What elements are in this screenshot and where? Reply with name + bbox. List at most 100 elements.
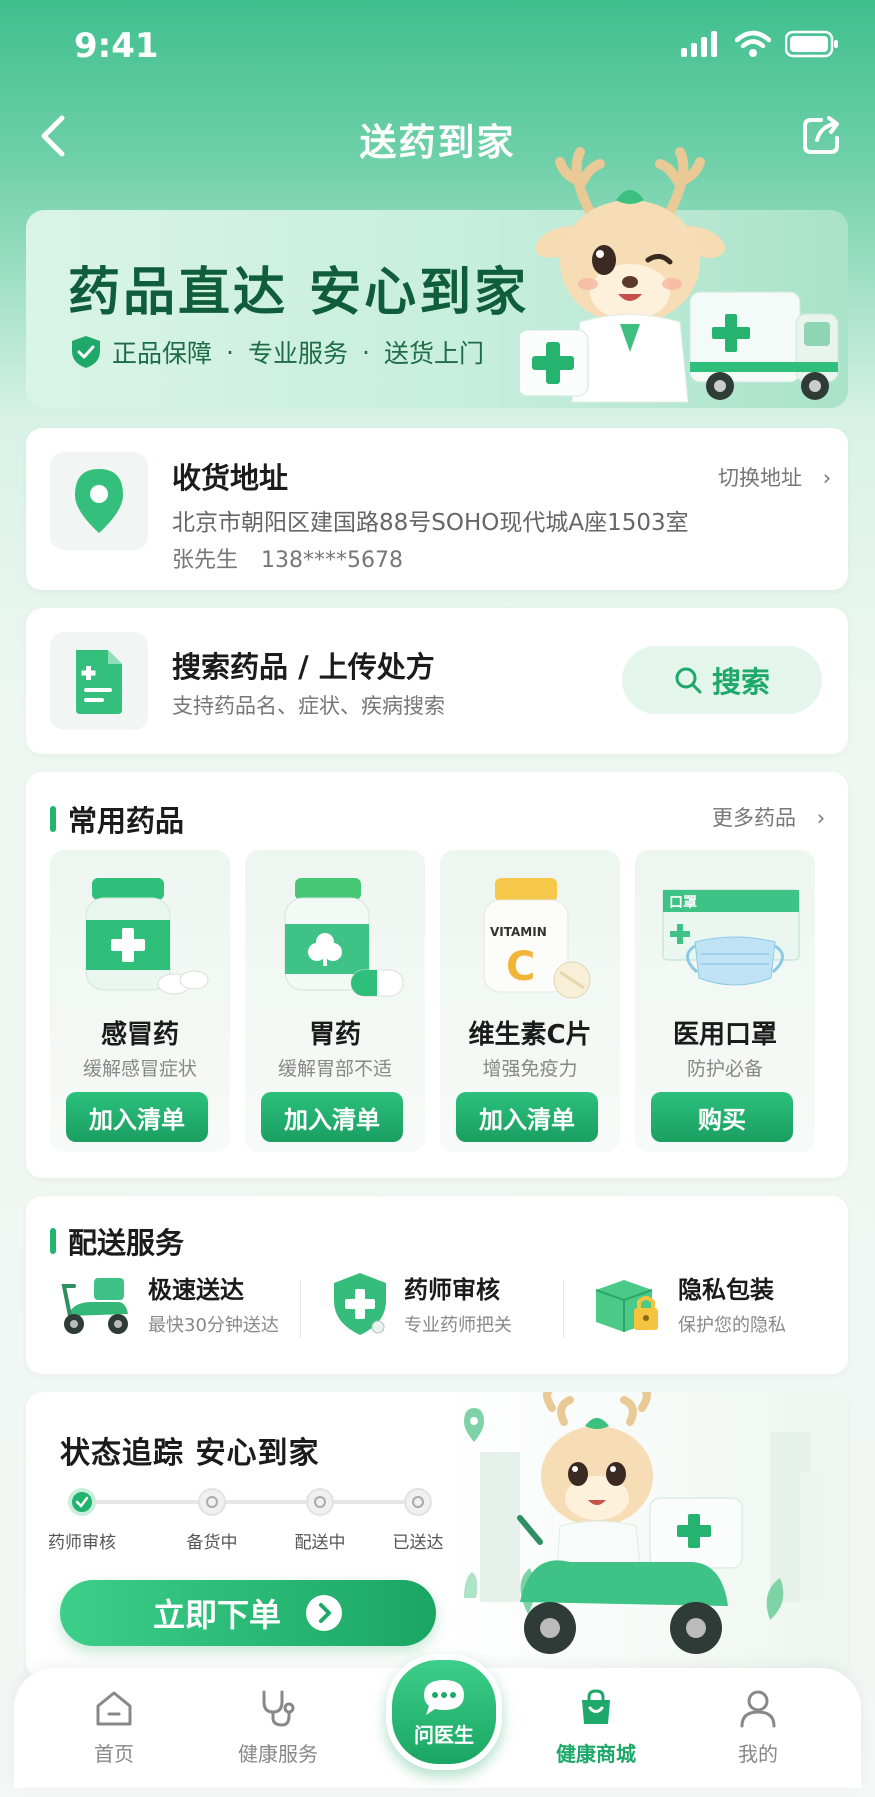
stomach-medicine-bottle-icon [284,878,404,997]
tracking-step [198,1488,226,1516]
step-dot [206,1496,218,1508]
step-dot [314,1496,326,1508]
search-title: 搜索药品 / 上传处方 [172,650,435,684]
status-time: 9:41 [74,26,159,66]
banner-separator: · [361,337,370,367]
tracking-step-active [68,1488,96,1516]
drug-name: 感冒药 [100,1020,179,1050]
arrow-right-circle-icon [306,1595,342,1631]
drug-card-mask[interactable]: 口罩 医用口罩 防护必备 购买 [635,850,815,1152]
service-title: 隐私包装 [678,1276,774,1304]
shield-plus-icon [334,1272,386,1335]
stethoscope-icon [262,1690,295,1727]
medical-mask-box-icon: 口罩 [662,889,800,986]
drug-card-vitamin-c[interactable]: VITAMIN C 维生素C片 增强免疫力 加入清单 [440,850,620,1152]
tab-health-mall[interactable]: 健康商城 [536,1688,656,1767]
tracking-step [404,1488,432,1516]
tab-home[interactable]: 首页 [54,1688,174,1767]
mask-box-text: 口罩 [669,895,697,911]
service-subtitle: 保护您的隐私 [678,1315,786,1336]
address-icon-tile [50,452,148,550]
vitamin-c-bottle-icon: VITAMIN C [483,878,591,999]
delivery-service-title: 配送服务 [68,1226,185,1260]
drug-desc: 增强免疫力 [482,1058,578,1080]
tracking-step-label: 药师审核 [48,1533,116,1553]
tab-label: 健康服务 [238,1742,318,1766]
tab-label: 首页 [94,1742,134,1766]
wifi-icon [735,30,771,57]
tab-label: 我的 [738,1742,778,1766]
address-title: 收货地址 [172,461,289,495]
tracking-progress-line [84,1500,414,1504]
service-subtitle: 专业药师把关 [404,1315,512,1336]
contact-phone: 138****5678 [261,548,403,573]
home-icon [96,1691,132,1726]
search-button[interactable]: 搜索 [622,646,822,714]
drug-name: 胃药 [308,1020,361,1050]
delivery-truck-icon [689,291,839,400]
tab-label: 问医生 [414,1722,474,1747]
status-icons [681,30,839,58]
drug-desc: 缓解感冒症状 [82,1058,197,1080]
tab-me[interactable]: 我的 [698,1688,818,1767]
vitamin-label-text: VITAMIN [490,925,547,939]
service-subtitle: 最快30分钟送达 [148,1315,279,1336]
location-pin-icon [75,469,123,533]
service-fast-delivery: 极速送达 最快30分钟送达 [58,1270,279,1337]
delivery-service-header: 配送服务 [50,1220,184,1262]
package-lock-icon [595,1279,658,1332]
shopping-bag-icon [582,1689,610,1724]
prescription-document-icon [76,650,122,714]
banner-feature: 专业服务 [247,339,348,368]
divider [563,1280,564,1338]
search-button-label: 搜索 [711,665,770,699]
deer-mascot-illustration [520,147,839,403]
more-drugs-link[interactable]: 更多药品 › [712,802,825,832]
contact-name: 张先生 [172,548,239,573]
check-icon [75,1496,89,1508]
signal-icon [681,31,717,57]
prescription-icon-tile [50,632,148,730]
switch-address-link[interactable]: 切换地址 › [718,462,831,492]
banner-feature: 送货上门 [383,339,484,368]
drug-card-stomach[interactable]: 胃药 缓解胃部不适 加入清单 [245,850,425,1152]
more-drugs-label: 更多药品 [712,806,796,830]
user-icon [740,1690,776,1728]
drug-card-cold[interactable]: 感冒药 缓解感冒症状 加入清单 [50,850,230,1152]
search-subtitle: 支持药品名、症状、疾病搜索 [172,694,445,718]
buy-button[interactable]: 购买 [651,1092,793,1142]
tab-label: 健康商城 [556,1742,636,1766]
tracking-step [306,1488,334,1516]
divider [300,1280,301,1338]
common-drugs-title: 常用药品 [68,804,185,838]
chat-icon [424,1679,464,1715]
chevron-right-icon: › [822,466,832,490]
deer-scooter-illustration [464,1392,830,1654]
service-privacy-packaging: 隐私包装 保护您的隐私 [590,1270,786,1337]
shield-check-icon [72,336,100,368]
service-title: 药师审核 [404,1276,500,1304]
ask-doctor-button[interactable]: 问医生 [386,1654,502,1770]
drug-name: 医用口罩 [672,1020,777,1050]
banner-subtitle: 正品保障 · 专业服务 · 送货上门 [70,334,484,370]
drug-desc: 防护必备 [686,1058,763,1080]
place-order-button[interactable]: 立即下单 [60,1580,436,1646]
cold-medicine-bottle-icon [85,878,209,995]
common-drugs-header: 常用药品 [50,798,184,840]
battery-icon [785,30,838,58]
chevron-right-icon: › [816,806,826,830]
drug-name: 维生素C片 [468,1020,592,1050]
step-dot [412,1496,424,1508]
add-to-list-button[interactable]: 加入清单 [66,1092,208,1142]
banner-title: 药品直达 安心到家 [68,263,530,323]
tab-health-service[interactable]: 健康服务 [218,1688,338,1767]
add-to-list-button[interactable]: 加入清单 [456,1092,598,1142]
tracking-step-label: 备货中 [186,1533,238,1553]
add-to-list-button[interactable]: 加入清单 [261,1092,403,1142]
address-line: 北京市朝阳区建国路88号SOHO现代城A座1503室 [172,510,689,536]
scooter-icon [61,1277,128,1334]
section-accent-bar [50,806,56,832]
search-icon [675,667,702,694]
banner-separator: · [226,337,234,367]
service-title: 极速送达 [148,1276,244,1304]
